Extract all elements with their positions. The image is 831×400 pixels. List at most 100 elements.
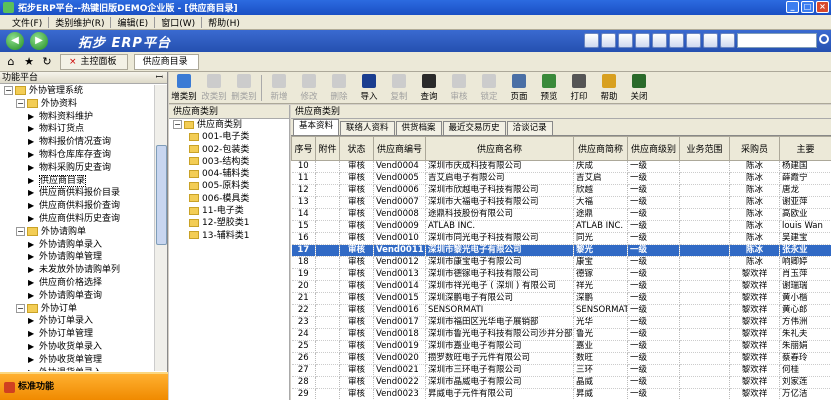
table-row[interactable]: 21 审核 Vend0015 深圳深鹏电子有限公司 深鹏 一级 黎欢祥 黄小楷	[291, 292, 831, 305]
toolbar-button[interactable]: 打印	[564, 72, 594, 104]
tab-close-icon[interactable]: ×	[69, 57, 77, 67]
tree-node[interactable]: ▶ 外协请购单管理	[0, 251, 154, 264]
tree-node[interactable]: ▶ 物料订货点	[0, 123, 154, 136]
category-item[interactable]: 005-原料类	[169, 180, 289, 192]
table-row[interactable]: 18 审核 Vend0012 深圳市康宝电子有限公司 康宝 一级 陈冰 响卿婷	[291, 256, 831, 269]
toolbar-button[interactable]: 预览	[534, 72, 564, 104]
tree-node[interactable]: ▶ 外协请购单查询	[0, 290, 154, 303]
mail-icon[interactable]	[652, 33, 667, 48]
settings-icon[interactable]	[686, 33, 701, 48]
menu-window[interactable]: 窗口(W)	[155, 16, 201, 29]
category-item[interactable]: 002-包装类	[169, 144, 289, 156]
table-row[interactable]: 10 审核 Vend0004 深圳市庆成科技有限公司 庆成 一级 陈冰 杨建国	[291, 160, 831, 173]
column-header[interactable]: 状态	[339, 136, 374, 161]
category-item[interactable]: 004-辅料类	[169, 168, 289, 180]
tree-node[interactable]: ▶ 外协收货单管理	[0, 354, 154, 367]
chart-icon[interactable]	[618, 33, 633, 48]
table-row[interactable]: 15 审核 Vend0009 ATLAB INC. ATLAB INC. 一级 陈冰 loui…	[291, 220, 831, 233]
home-icon[interactable]: ⌂	[4, 55, 18, 69]
table-row[interactable]: 24 审核 Vend0018 深圳市鲁光电子科技有限公司沙井分部 鲁光 一级 黎欢祥 朱礼夫	[291, 328, 831, 341]
toolbar-button[interactable]: 修改	[294, 72, 324, 104]
column-header[interactable]: 采购员	[729, 136, 780, 161]
expand-toggle-icon[interactable]: −	[173, 120, 182, 129]
category-item[interactable]: 001-电子类	[169, 131, 289, 143]
tree-node[interactable]: ▶ 供应商供料历史查询	[0, 213, 154, 226]
detail-tab[interactable]: 最近交易历史	[442, 121, 506, 135]
table-row[interactable]: 12 审核 Vend0006 深圳市欣越电子科技有限公司 欣越 一级 陈冰 唐龙	[291, 184, 831, 197]
menu-help[interactable]: 帮助(H)	[202, 16, 246, 29]
table-row[interactable]: 19 审核 Vend0013 深圳市德镓电子科技有限公司 德镓 一级 黎欢祥 肖玉萍	[291, 268, 831, 281]
table-row[interactable]: 11 审核 Vend0005 吉艾启电子有限公司 吉艾启 一级 陈冰 薛霞宁	[291, 172, 831, 185]
tree-node[interactable]: ▶ 物料资料维护	[0, 111, 154, 124]
calendar-icon[interactable]	[635, 33, 650, 48]
toolbar-button[interactable]: 改类别	[199, 72, 229, 104]
search-input[interactable]	[737, 33, 817, 48]
table-row[interactable]: 27 审核 Vend0021 深圳市三环电子有限公司 三环 一级 黎欢祥 何桂	[291, 364, 831, 377]
category-item[interactable]: 006-模具类	[169, 193, 289, 205]
category-item[interactable]: 11-电子类	[169, 205, 289, 217]
tree-node[interactable]: ▶ 外协订单录入	[0, 315, 154, 328]
tree-node[interactable]: ▶ 外协订单管理	[0, 328, 154, 341]
category-root[interactable]: − 供应商类别	[169, 119, 289, 131]
tree-node[interactable]: ▶ 供应商目录	[0, 174, 154, 188]
table-row[interactable]: 28 审核 Vend0022 深圳市晶威电子有限公司 晶威 一级 黎欢祥 刘家莲	[291, 376, 831, 389]
detail-tab[interactable]: 联络人资料	[340, 121, 395, 135]
menu-category[interactable]: 类别维护(R)	[49, 16, 110, 29]
detail-tab[interactable]: 洽谈记录	[506, 121, 553, 135]
table-row[interactable]: 14 审核 Vend0008 途鼎科技股份有限公司 途鼎 一级 陈冰 高欧业	[291, 208, 831, 221]
table-row[interactable]: 26 审核 Vend0020 攒罗数旺电子元件有限公司 数旺 一级 黎欢祥 蔡春玲	[291, 352, 831, 365]
table-row[interactable]: 20 审核 Vend0014 深圳市祥光电子 ( 深圳 ) 有限公司 祥光 一级 黎欢祥 谢瑞…	[291, 280, 831, 293]
list-icon[interactable]	[601, 33, 616, 48]
table-row[interactable]: 23 审核 Vend0017 深圳市福田区光华电子展销部 光华 一级 黎欢祥 方伟洲	[291, 316, 831, 329]
favorites-icon[interactable]: ★	[22, 55, 36, 69]
tree-node[interactable]: − 外协资料	[0, 98, 154, 111]
toolbar-button[interactable]: 增类别	[169, 72, 199, 104]
toolbar-button[interactable]: 复制	[384, 72, 414, 104]
toolbar-button[interactable]: 新增	[264, 72, 294, 104]
tree-node[interactable]: ▶ 供应商供料报价目录	[0, 187, 154, 200]
column-header[interactable]: 供应商名称	[425, 136, 574, 161]
standard-functions-bar[interactable]: 标准功能	[0, 372, 168, 400]
toolbar-button[interactable]: 查询	[414, 72, 444, 104]
tree-node[interactable]: ▶ 物料仓库库存查询	[0, 149, 154, 162]
tree-node[interactable]: ▶ 外协请购单录入	[0, 239, 154, 252]
column-header[interactable]: 主要	[779, 136, 831, 161]
tree-node[interactable]: ▶ 供应商供料报价查询	[0, 200, 154, 213]
tab-dashboard[interactable]: × 主控面板	[60, 53, 128, 70]
category-item[interactable]: 12-塑胶类1	[169, 217, 289, 229]
tree-scrollbar[interactable]	[154, 85, 167, 371]
forward-button[interactable]: ▶	[30, 32, 48, 50]
table-row[interactable]: 17 审核 Vend0011 深圳市黎光电子有限公司 黎光 一级 陈冰 张永业	[291, 244, 831, 257]
expand-toggle-icon[interactable]: −	[4, 86, 13, 95]
toolbar-button[interactable]: 关闭	[624, 72, 654, 104]
pin-icon[interactable]: ꟷ	[156, 72, 163, 84]
column-header[interactable]: 序号	[291, 136, 316, 161]
minimize-button[interactable]: _	[786, 1, 799, 13]
category-item[interactable]: 003-结构类	[169, 156, 289, 168]
toolbar-button[interactable]: 导入	[354, 72, 384, 104]
toolbar-button[interactable]: 删除	[324, 72, 354, 104]
search-icon[interactable]	[819, 34, 829, 44]
toolbar-button[interactable]: 审核	[444, 72, 474, 104]
scrollbar-thumb[interactable]	[156, 145, 167, 245]
toolbar-button[interactable]: 页面	[504, 72, 534, 104]
table-row[interactable]: 13 审核 Vend0007 深圳市大福电子科技有限公司 大福 一级 陈冰 谢亚萍	[291, 196, 831, 209]
tree-node[interactable]: ▶ 供应商价格选择	[0, 277, 154, 290]
menu-file[interactable]: 文件(F)	[6, 16, 48, 29]
tree-node[interactable]: − 外协订单	[0, 303, 154, 316]
tree-node[interactable]: ▶ 未发放外协请购单列	[0, 264, 154, 277]
table-row[interactable]: 16 审核 Vend0010 深圳市同光电子科技有限公司 同光 一级 陈冰 吴建宝	[291, 232, 831, 245]
tree-node[interactable]: − 外协管理系统	[0, 85, 154, 98]
report-icon[interactable]	[703, 33, 718, 48]
column-header[interactable]: 供应商编号	[373, 136, 426, 161]
toolbar-button[interactable]: 锁定	[474, 72, 504, 104]
maximize-button[interactable]: □	[801, 1, 814, 13]
detail-tab[interactable]: 供货档案	[395, 121, 442, 135]
detail-tab[interactable]: 基本资料	[293, 119, 340, 135]
column-header[interactable]: 供应商级别	[627, 136, 680, 161]
tree-node[interactable]: ▶ 物料报价情况查询	[0, 136, 154, 149]
expand-toggle-icon[interactable]: −	[16, 98, 25, 108]
column-header[interactable]: 供应商简称	[573, 136, 628, 161]
tree-node[interactable]: ▶ 物料采购历史查询	[0, 162, 154, 175]
table-row[interactable]: 29 审核 Vend0023 昇威电子元件有限公司 昇威 一级 黎欢祥 万亿洁	[291, 388, 831, 400]
